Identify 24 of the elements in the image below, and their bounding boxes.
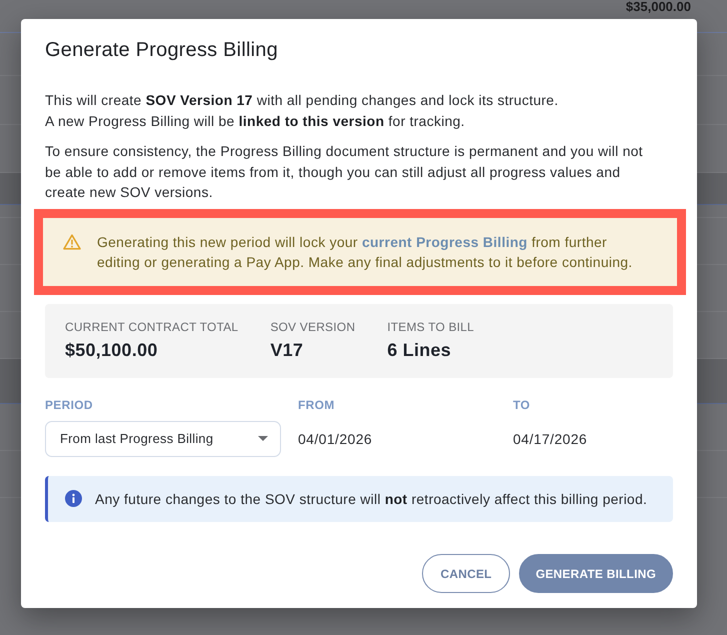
summary-label: SOV VERSION [270, 318, 356, 334]
info-message: Any future changes to the SOV structure will not retroactively affect this billing period. [95, 490, 648, 508]
warning-icon [63, 234, 81, 250]
generate-button[interactable]: GENERATE BILLING [518, 554, 673, 593]
contract-amount: $35,000.00 [626, 0, 691, 14]
dialog-title: Generate Progress Billing [45, 38, 279, 63]
field-label: PERIOD [45, 396, 94, 412]
caret-icon [258, 436, 268, 441]
field-label: FROM [298, 396, 336, 412]
summary-label: CURRENT CONTRACT TOTAL [65, 318, 238, 334]
info-icon [65, 490, 82, 507]
description-text: To ensure consistency, the Progress Billing document structure is permanent and you will not be able to add or remove items from it, though you can still adjust all progress values and create new SOV versions. [45, 142, 644, 202]
date-text: 04/01/2026 [298, 430, 374, 448]
period-select[interactable]: From last Progress Billing [45, 420, 281, 456]
summary-value: 6 Lines [387, 338, 452, 360]
date-text: 04/17/2026 [513, 430, 588, 448]
summary-label: ITEMS TO BILL [387, 318, 474, 334]
warning-message: Generating this new period will lock your current Progress Billing from further editing or generating a Pay App. Make any final adjustments to it before continuing. [97, 232, 634, 272]
description-text: This will create SOV Version 17 with all pending changes and lock its structure. A new Progress Billing will be linked to this version for tracking. [45, 91, 560, 131]
summary-value: $50,100.00 [65, 338, 159, 360]
field-label: TO [513, 396, 532, 412]
billing-link[interactable]: current Progress Billing [362, 234, 528, 250]
cancel-button[interactable]: CANCEL [422, 554, 510, 593]
summary-value: V17 [270, 338, 304, 360]
